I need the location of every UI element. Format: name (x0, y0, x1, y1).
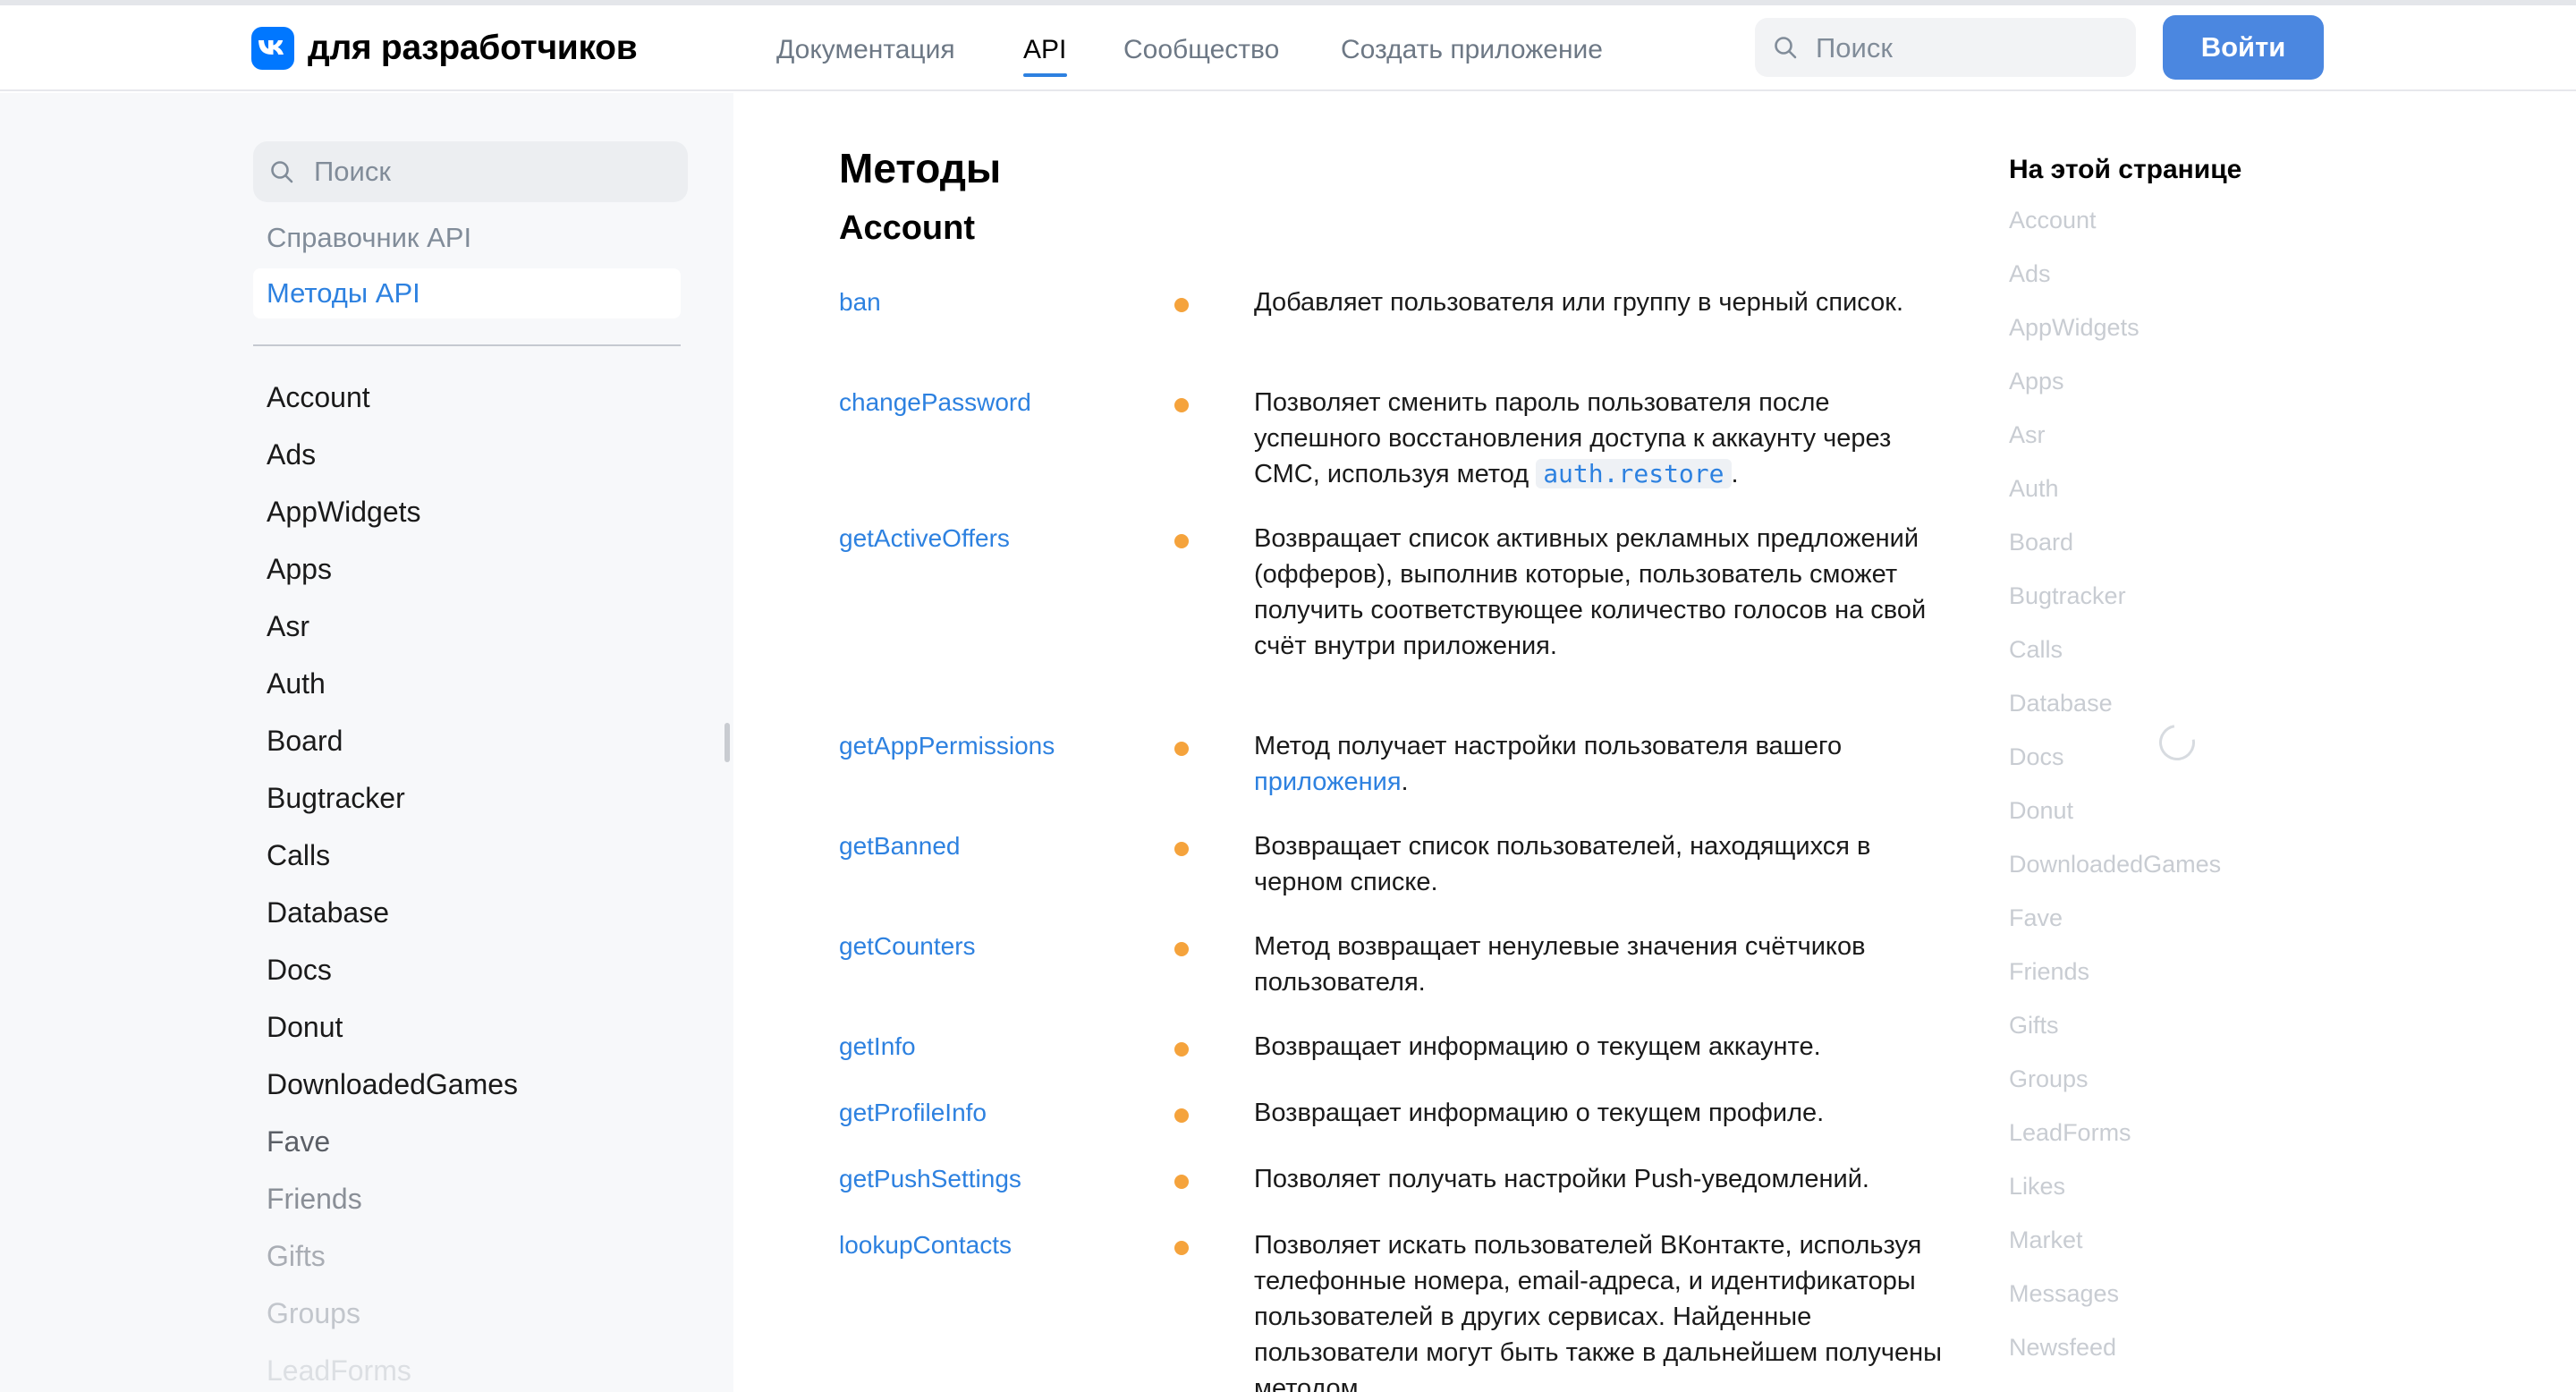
toc-item-market[interactable]: Market (2009, 1224, 2083, 1256)
toc-item-messages[interactable]: Messages (2009, 1277, 2119, 1310)
sidebar-item-asr[interactable]: Asr (267, 608, 309, 644)
nav-active-underline (1023, 73, 1067, 77)
toc-item-board[interactable]: Board (2009, 526, 2073, 558)
status-dot (1174, 1108, 1189, 1123)
method-link-getprofileinfo[interactable]: getProfileInfo (839, 1095, 987, 1131)
sidebar-search-placeholder: Поиск (314, 156, 391, 187)
method-description: Позволяет искать пользователей ВКонтакте… (1254, 1231, 1942, 1392)
site-header: для разработчиков Документация API Сообщ… (0, 5, 2576, 91)
inline-code-auth-restore[interactable]: auth.restore (1536, 459, 1732, 488)
sidebar-item-friends[interactable]: Friends (267, 1181, 362, 1217)
toc-title: На этой странице (2009, 155, 2242, 184)
toc-item-likes[interactable]: Likes (2009, 1170, 2065, 1202)
sidebar-item-board[interactable]: Board (267, 723, 343, 759)
toc-item-asr[interactable]: Asr (2009, 419, 2046, 451)
sidebar-item-leadforms[interactable]: LeadForms (267, 1353, 411, 1388)
toc-item-groups[interactable]: Groups (2009, 1063, 2089, 1095)
toc-item-account[interactable]: Account (2009, 204, 2097, 236)
method-link-getpushsettings[interactable]: getPushSettings (839, 1161, 1021, 1197)
method-link-getapppermissions[interactable]: getAppPermissions (839, 728, 1055, 764)
method-link-getinfo[interactable]: getInfo (839, 1029, 916, 1065)
toc-item-newsfeed[interactable]: Newsfeed (2009, 1331, 2116, 1363)
status-dot (1174, 1042, 1189, 1057)
toc-item-auth[interactable]: Auth (2009, 472, 2059, 505)
method-description: Возвращает информацию о текущем аккаунте… (1254, 1032, 1821, 1061)
sidebar-item-calls[interactable]: Calls (267, 837, 330, 873)
method-link-lookupcontacts[interactable]: lookupContacts (839, 1227, 1012, 1263)
sidebar-item-appwidgets[interactable]: AppWidgets (267, 494, 421, 530)
logo-text[interactable]: для разработчиков (308, 27, 638, 70)
method-description: Позволяет сменить пароль пользователя по… (1254, 388, 1892, 488)
sidebar-item-apps[interactable]: Apps (267, 551, 332, 587)
sidebar-api-methods[interactable]: Методы API (267, 276, 420, 311)
sidebar-item-donut[interactable]: Donut (267, 1009, 343, 1045)
sidebar-api-reference[interactable]: Справочник API (267, 220, 471, 256)
method-link-ban[interactable]: ban (839, 284, 881, 320)
toc-item-docs[interactable]: Docs (2009, 741, 2064, 773)
method-description: Возвращает список активных рекламных пре… (1254, 524, 1927, 660)
sidebar-item-bugtracker[interactable]: Bugtracker (267, 780, 405, 816)
method-description: Возвращает список пользователей, находящ… (1254, 832, 1871, 896)
sidebar-item-fave[interactable]: Fave (267, 1124, 330, 1159)
method-description: Метод возвращает ненулевые значения счёт… (1254, 932, 1866, 997)
header-search-input[interactable]: Поиск (1755, 18, 2136, 77)
sidebar-item-database[interactable]: Database (267, 895, 389, 930)
method-link-getactiveoffers[interactable]: getActiveOffers (839, 521, 1010, 556)
sidebar-search-input[interactable]: Поиск (253, 141, 688, 202)
method-description: Возвращает информацию о текущем профиле. (1254, 1099, 1825, 1127)
vk-logo-icon[interactable] (251, 27, 294, 70)
login-button[interactable]: Войти (2163, 15, 2324, 80)
method-description: Метод получает настройки пользователя ва… (1254, 732, 1843, 796)
toc-item-apps[interactable]: Apps (2009, 365, 2064, 397)
nav-community[interactable]: Сообщество (1123, 32, 1279, 68)
inline-link-application[interactable]: приложения (1254, 768, 1402, 796)
toc-item-calls[interactable]: Calls (2009, 633, 2063, 666)
sidebar-item-downloadedgames[interactable]: DownloadedGames (267, 1066, 518, 1102)
status-dot (1174, 298, 1189, 312)
status-dot (1174, 842, 1189, 856)
page-title: Методы (839, 145, 1002, 191)
sidebar-item-groups[interactable]: Groups (267, 1295, 360, 1331)
sidebar-item-docs[interactable]: Docs (267, 952, 332, 988)
sidebar-divider (253, 344, 681, 346)
toc-item-bugtracker[interactable]: Bugtracker (2009, 580, 2126, 612)
toc-item-leadforms[interactable]: LeadForms (2009, 1116, 2131, 1149)
left-sidebar: Поиск Справочник API Методы API Account … (0, 93, 733, 1392)
status-dot (1174, 942, 1189, 956)
status-dot (1174, 398, 1189, 412)
nav-documentation[interactable]: Документация (776, 32, 955, 68)
method-link-getbanned[interactable]: getBanned (839, 828, 960, 864)
method-description: Добавляет пользователя или группу в черн… (1254, 288, 1904, 317)
status-dot (1174, 534, 1189, 548)
section-title: Account (839, 209, 975, 247)
sidebar-item-auth[interactable]: Auth (267, 666, 326, 701)
toc-item-friends[interactable]: Friends (2009, 955, 2089, 988)
sidebar-item-ads[interactable]: Ads (267, 437, 316, 472)
toc-item-donut[interactable]: Donut (2009, 794, 2073, 827)
toc-item-ads[interactable]: Ads (2009, 258, 2051, 290)
status-dot (1174, 1175, 1189, 1189)
status-dot (1174, 742, 1189, 756)
loading-spinner-icon (2152, 717, 2202, 768)
status-dot (1174, 1241, 1189, 1255)
toc-item-gifts[interactable]: Gifts (2009, 1009, 2059, 1041)
toc-item-fave[interactable]: Fave (2009, 902, 2063, 934)
method-link-changepassword[interactable]: changePassword (839, 385, 1031, 420)
search-icon (1775, 37, 1797, 59)
toc-item-appwidgets[interactable]: AppWidgets (2009, 311, 2140, 344)
toc-item-database[interactable]: Database (2009, 687, 2113, 719)
method-link-getcounters[interactable]: getCounters (839, 929, 976, 964)
search-icon (271, 161, 293, 183)
sidebar-scrollbar[interactable] (724, 723, 730, 762)
method-description: Позволяет получать настройки Push-уведом… (1254, 1165, 1869, 1193)
sidebar-item-gifts[interactable]: Gifts (267, 1238, 326, 1274)
sidebar-item-account[interactable]: Account (267, 379, 370, 415)
nav-create-app[interactable]: Создать приложение (1341, 32, 1603, 68)
toc-item-downloadedgames[interactable]: DownloadedGames (2009, 848, 2221, 880)
header-search-placeholder: Поиск (1816, 32, 1893, 64)
nav-api[interactable]: API (1023, 32, 1066, 68)
